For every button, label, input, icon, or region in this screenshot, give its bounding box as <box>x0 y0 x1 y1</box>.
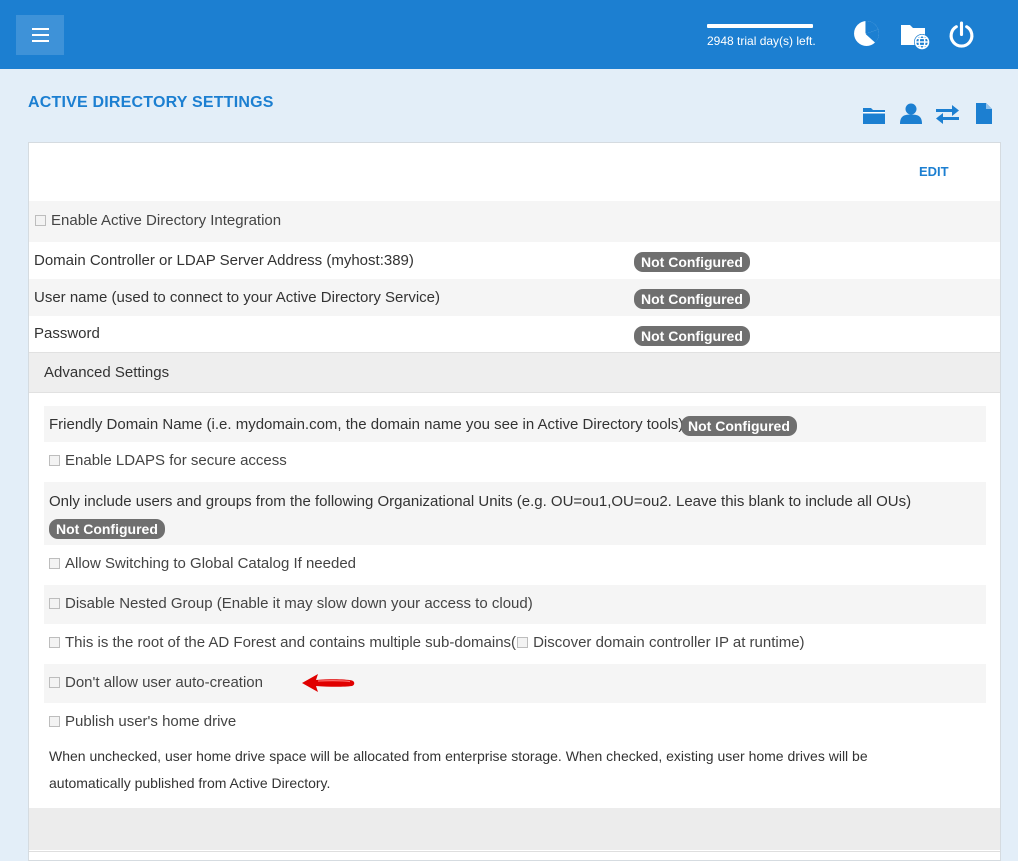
publish-home-row: Publish user's home drive When unchecked… <box>44 703 986 803</box>
edit-link[interactable]: EDIT <box>919 164 949 179</box>
trial-indicator: 2948 trial day(s) left. <box>707 24 816 48</box>
hamburger-menu-icon[interactable] <box>16 15 64 55</box>
friendly-domain-status-badge[interactable]: Not Configured <box>681 416 797 436</box>
panel-footer <box>29 808 1000 850</box>
no-auto-create-checkbox[interactable] <box>49 677 60 688</box>
friendly-domain-label: Friendly Domain Name (i.e. mydomain.com,… <box>49 416 684 433</box>
file-icon[interactable] <box>976 103 992 129</box>
folder-globe-icon[interactable] <box>900 21 932 56</box>
ou-filter-label: Only include users and groups from the f… <box>49 493 912 510</box>
discover-dc-label: Discover domain controller IP at runtime… <box>533 634 805 651</box>
enable-ad-checkbox[interactable] <box>35 215 46 226</box>
global-catalog-label: Allow Switching to Global Catalog If nee… <box>65 555 357 572</box>
username-label: User name (used to connect to your Activ… <box>34 289 440 306</box>
pie-chart-icon[interactable] <box>853 20 880 52</box>
forest-root-checkbox[interactable] <box>49 637 60 648</box>
dc-address-row: Domain Controller or LDAP Server Address… <box>29 242 1000 279</box>
dc-address-label: Domain Controller or LDAP Server Address… <box>34 252 414 269</box>
trial-days-text: 2948 trial day(s) left. <box>707 34 816 48</box>
nested-group-row: Disable Nested Group (Enable it may slow… <box>44 585 986 624</box>
ldaps-checkbox[interactable] <box>49 455 60 466</box>
friendly-domain-row: Friendly Domain Name (i.e. mydomain.com,… <box>44 406 986 442</box>
password-status-badge[interactable]: Not Configured <box>634 326 750 346</box>
publish-home-description-line-2: automatically published from Active Dire… <box>49 775 331 791</box>
settings-panel: EDIT Enable Active Directory Integration… <box>28 142 1001 861</box>
user-icon[interactable] <box>900 103 922 129</box>
page-title: ACTIVE DIRECTORY SETTINGS <box>28 94 274 111</box>
password-label: Password <box>34 325 100 342</box>
publish-home-description-line-1: When unchecked, user home drive space wi… <box>49 748 868 764</box>
enable-ad-row: Enable Active Directory Integration <box>29 201 1000 242</box>
arrows-exchange-icon[interactable] <box>936 104 959 129</box>
folder-icon[interactable] <box>863 106 885 129</box>
no-auto-create-row: Don't allow user auto-creation <box>44 664 986 703</box>
power-icon[interactable] <box>948 21 975 53</box>
trial-progress-bar <box>707 24 813 28</box>
forest-root-label: This is the root of the AD Forest and co… <box>65 634 517 651</box>
global-catalog-row: Allow Switching to Global Catalog If nee… <box>44 545 986 585</box>
username-row: User name (used to connect to your Activ… <box>29 279 1000 316</box>
discover-dc-checkbox[interactable] <box>517 637 529 648</box>
red-arrow-icon <box>300 672 356 698</box>
username-status-badge[interactable]: Not Configured <box>634 289 750 309</box>
ou-filter-row: Only include users and groups from the f… <box>44 482 986 545</box>
ldaps-label: Enable LDAPS for secure access <box>65 452 287 469</box>
nested-group-checkbox[interactable] <box>49 598 60 609</box>
publish-home-label: Publish user's home drive <box>65 713 237 730</box>
enable-ad-label: Enable Active Directory Integration <box>51 212 282 229</box>
advanced-settings-header[interactable]: Advanced Settings <box>29 352 1000 393</box>
publish-home-checkbox[interactable] <box>49 716 60 727</box>
advanced-settings-title: Advanced Settings <box>44 364 170 381</box>
password-row: Password Not Configured <box>29 316 1000 352</box>
footer-divider <box>29 851 1000 852</box>
top-bar: 2948 trial day(s) left. <box>0 0 1018 69</box>
ou-filter-status-badge[interactable]: Not Configured <box>49 519 165 539</box>
dc-address-status-badge[interactable]: Not Configured <box>634 252 750 272</box>
no-auto-create-label: Don't allow user auto-creation <box>65 674 263 691</box>
global-catalog-checkbox[interactable] <box>49 558 60 569</box>
forest-root-row: This is the root of the AD Forest and co… <box>44 624 986 664</box>
ldaps-row: Enable LDAPS for secure access <box>44 442 986 482</box>
nested-group-label: Disable Nested Group (Enable it may slow… <box>65 595 533 612</box>
